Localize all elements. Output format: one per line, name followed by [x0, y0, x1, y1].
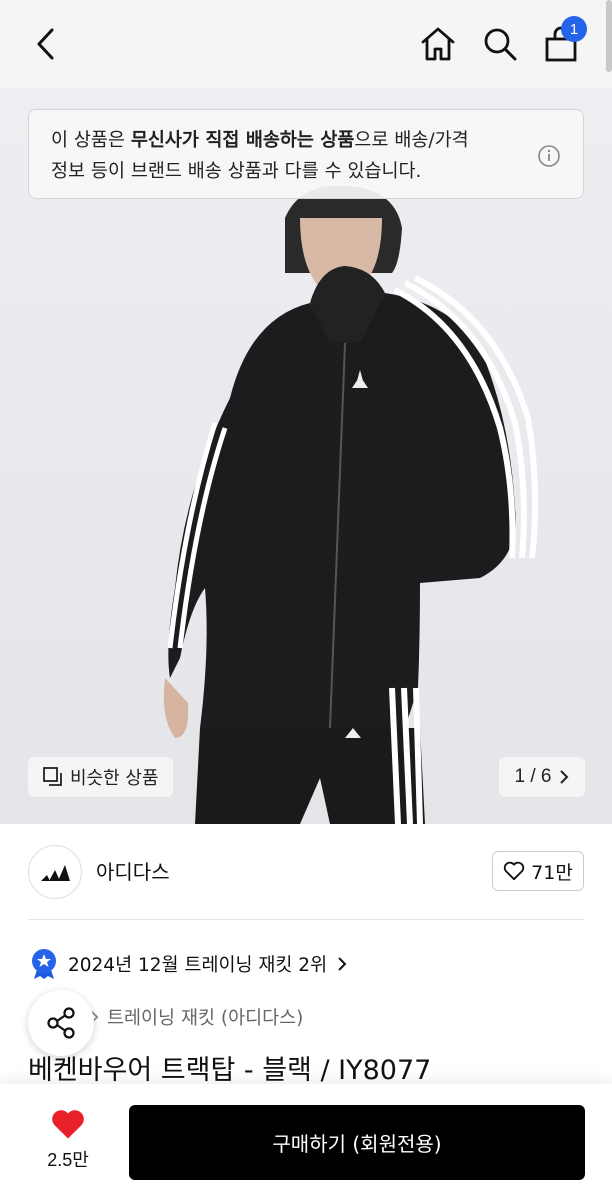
- brand-like-count: 71만: [531, 861, 573, 884]
- ranking-medal-icon: [32, 949, 56, 979]
- brand-like-button[interactable]: 71만: [492, 851, 584, 891]
- buy-button[interactable]: 구매하기 (회원전용): [129, 1105, 585, 1180]
- copy-icon: [43, 767, 62, 786]
- cart-count-badge: 1: [561, 16, 587, 42]
- adidas-logo-icon: [41, 865, 70, 881]
- image-counter[interactable]: 1 / 6: [499, 757, 585, 797]
- shipping-notice: 이 상품은 무신사가 직접 배송하는 상품으로 배송/가격 정보 등이 브랜드 …: [28, 109, 584, 199]
- cart-button[interactable]: 1: [537, 16, 587, 68]
- share-button[interactable]: [28, 990, 94, 1056]
- notice-text-bold: 무신사가 직접 배송하는 상품: [130, 130, 355, 151]
- ranking-link[interactable]: 2024년 12월 트레이닝 재킷 2위: [30, 948, 347, 980]
- chevron-right-icon: [338, 957, 347, 971]
- similar-products-label: 비슷한 상품: [70, 768, 159, 789]
- favorite-count: 2.5만: [47, 1150, 89, 1170]
- brand-row: 아디다스 71만: [0, 824, 612, 920]
- product-image-gallery[interactable]: 이 상품은 무신사가 직접 배송하는 상품으로 배송/가격 정보 등이 브랜드 …: [0, 88, 612, 824]
- divider: [28, 919, 584, 920]
- top-header: 1: [0, 0, 612, 88]
- home-icon: [421, 27, 455, 61]
- brand-logo[interactable]: [28, 845, 82, 899]
- scrollbar[interactable]: [606, 0, 612, 72]
- notice-text-pre: 이 상품은: [51, 130, 131, 151]
- notice-text-post: 으로 배송/가격: [354, 130, 469, 151]
- product-title: 베켄바우어 트랙탑 - 블랙 / IY8077: [28, 1055, 432, 1086]
- image-counter-text: 1 / 6: [514, 766, 552, 787]
- share-icon: [47, 1007, 75, 1039]
- bottom-action-bar: 2.5만 구매하기 (회원전용): [0, 1084, 612, 1200]
- heart-outline-icon: [503, 861, 525, 881]
- back-button[interactable]: [22, 20, 70, 68]
- chevron-left-icon: [37, 28, 54, 60]
- heart-filled-icon: [52, 1110, 84, 1139]
- search-icon: [484, 28, 517, 61]
- similar-products-button[interactable]: 비슷한 상품: [28, 757, 173, 797]
- notice-text-line2: 정보 등이 브랜드 배송 상품과 다를 수 있습니다.: [51, 161, 422, 182]
- favorite-button[interactable]: 2.5만: [36, 1108, 100, 1172]
- breadcrumb[interactable]: 트레이닝 재킷 (아디다스): [90, 1004, 303, 1030]
- ranking-text: 2024년 12월 트레이닝 재킷 2위: [68, 955, 328, 976]
- breadcrumb-category: 트레이닝 재킷 (아디다스): [107, 1008, 304, 1029]
- home-button[interactable]: [414, 20, 462, 68]
- info-icon[interactable]: [537, 144, 561, 168]
- chevron-right-icon: [560, 770, 569, 784]
- search-button[interactable]: [476, 20, 524, 68]
- brand-name[interactable]: 아디다스: [96, 856, 170, 885]
